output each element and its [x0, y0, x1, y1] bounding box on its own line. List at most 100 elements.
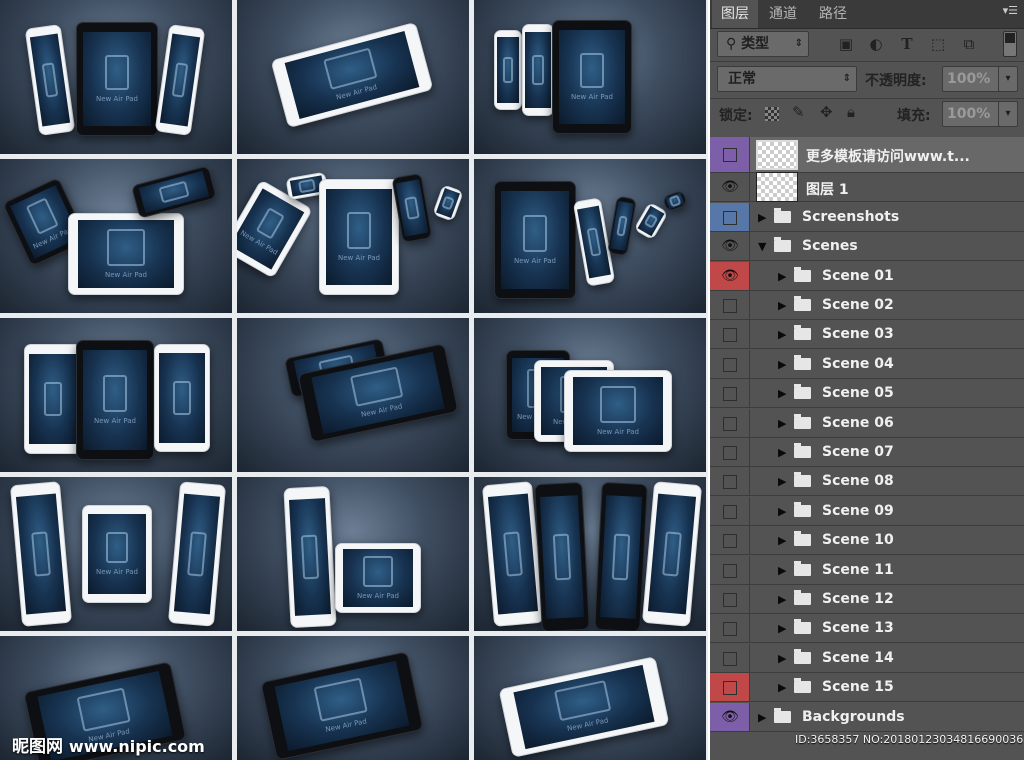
tab-layers[interactable]: 图层 — [712, 0, 758, 28]
tablet-outline-icon — [41, 62, 59, 98]
expand-arrow-right-icon[interactable]: ▶ — [758, 711, 766, 724]
layer-group-row[interactable]: ▶ Scene 05 — [710, 379, 1024, 409]
layer-group-row[interactable]: ▶ Scene 02 — [710, 291, 1024, 320]
layer-visibility-toggle[interactable] — [710, 673, 750, 702]
expand-arrow-right-icon[interactable]: ▶ — [778, 505, 786, 518]
expand-arrow-right-icon[interactable]: ▶ — [778, 328, 786, 341]
expand-arrow-right-icon[interactable]: ▶ — [778, 593, 786, 606]
layer-group-row[interactable]: ▶ Scene 06 — [710, 408, 1024, 438]
layer-filter-kind-select[interactable]: ⚲ 类型 ⇕ — [717, 31, 809, 57]
layer-group-row[interactable]: ▶ Scene 09 — [710, 496, 1024, 526]
expand-arrow-right-icon[interactable]: ▶ — [778, 622, 786, 635]
expand-arrow-right-icon[interactable]: ▶ — [778, 446, 786, 459]
tablet-screen — [173, 493, 221, 615]
layer-visibility-toggle[interactable] — [710, 408, 750, 437]
layer-visibility-toggle[interactable] — [710, 291, 750, 319]
layer-visibility-toggle[interactable] — [710, 585, 750, 613]
layer-group-row[interactable]: ▶ Scene 15 — [710, 673, 1024, 703]
layer-visibility-toggle[interactable] — [710, 467, 750, 496]
expand-arrow-right-icon[interactable]: ▶ — [778, 652, 786, 665]
screen-caption: New Air Pad — [105, 270, 147, 279]
tablet-screen — [435, 188, 461, 218]
layer-visibility-toggle[interactable] — [710, 555, 750, 584]
layer-group-row[interactable]: ▶ Scene 12 — [710, 585, 1024, 614]
tablet-device-mockup — [24, 344, 82, 454]
tablet-device-mockup — [130, 165, 218, 219]
layers-panel: 图层 通道 路径 ▾☰ ⚲ 类型 ⇕ ▣ ◐ T ⬚ ⧉ 正常 ⇕ 不透明度: … — [710, 0, 1024, 760]
expand-arrow-right-icon[interactable]: ▶ — [778, 358, 786, 371]
expand-arrow-down-icon[interactable]: ▼ — [758, 240, 766, 253]
mockup-scene-thumbnail: New Air Pad — [0, 477, 232, 631]
layer-visibility-toggle[interactable] — [710, 379, 750, 408]
layer-thumbnail — [756, 140, 798, 170]
layer-visibility-toggle[interactable] — [710, 643, 750, 672]
layer-visibility-toggle[interactable]: 👁︎ — [710, 261, 750, 290]
layer-group-row[interactable]: ▶ Scene 07 — [710, 438, 1024, 467]
filter-toggle-switch[interactable] — [1003, 31, 1017, 57]
layer-group-row[interactable]: ▶ Scene 14 — [710, 643, 1024, 673]
layer-row[interactable]: 更多模板请访问www.t... — [710, 137, 1024, 173]
lock-label: 锁定: — [719, 108, 753, 124]
tablet-device-mockup: New Air Pad — [494, 181, 576, 299]
expand-arrow-right-icon[interactable]: ▶ — [778, 475, 786, 488]
layer-group-row[interactable]: ▶ Scene 10 — [710, 526, 1024, 556]
lock-image-pixels-icon[interactable]: ✎ — [792, 103, 805, 121]
layer-visibility-toggle[interactable]: 👁︎ — [710, 173, 750, 202]
tablet-outline-icon — [106, 531, 128, 564]
layer-visibility-toggle[interactable]: 👁︎ — [710, 702, 750, 731]
opacity-input[interactable]: 100% — [942, 66, 1002, 92]
fill-input[interactable]: 100% — [942, 101, 1002, 127]
mockup-scene-thumbnail: New Air Pad — [0, 0, 232, 154]
expand-arrow-right-icon[interactable]: ▶ — [778, 270, 786, 283]
expand-arrow-right-icon[interactable]: ▶ — [778, 681, 786, 694]
layer-group-row[interactable]: 👁︎ ▼ Scenes — [710, 232, 1024, 262]
layer-group-row[interactable]: ▶ Scene 08 — [710, 467, 1024, 497]
lock-position-icon[interactable]: ✥ — [820, 103, 833, 121]
lock-transparent-pixels-icon[interactable] — [765, 107, 779, 121]
blend-mode-select[interactable]: 正常 ⇕ — [717, 66, 857, 92]
eye-icon: 👁︎ — [721, 708, 739, 725]
layer-group-row[interactable]: ▶ Scene 04 — [710, 349, 1024, 379]
layer-visibility-toggle[interactable] — [710, 526, 750, 555]
layer-row[interactable]: 👁︎ 图层 1 — [710, 172, 1024, 203]
tab-channels[interactable]: 通道 — [760, 0, 806, 28]
smart-object-filter-icon[interactable]: ⧉ — [960, 35, 978, 53]
mockup-scene-thumbnail: New Air Pad New Air Pad — [0, 159, 232, 313]
layer-visibility-toggle[interactable] — [710, 614, 750, 643]
layer-group-row[interactable]: 👁︎ ▶ Scene 01 — [710, 261, 1024, 291]
layer-group-row[interactable]: ▶ Scene 03 — [710, 320, 1024, 350]
layer-visibility-toggle[interactable] — [710, 438, 750, 466]
opacity-dropdown-button[interactable]: ▾ — [998, 66, 1018, 92]
panel-menu-icon[interactable]: ▾☰ — [1003, 4, 1018, 17]
layer-visibility-toggle[interactable] — [710, 320, 750, 349]
shape-filter-icon[interactable]: ⬚ — [929, 35, 947, 53]
layer-name: 更多模板请访问www.t... — [806, 149, 970, 165]
layer-visibility-toggle[interactable] — [710, 496, 750, 525]
type-filter-icon[interactable]: T — [898, 35, 916, 53]
tab-paths[interactable]: 路径 — [810, 0, 856, 28]
tablet-outline-icon — [43, 381, 63, 417]
expand-arrow-right-icon[interactable]: ▶ — [778, 534, 786, 547]
fill-dropdown-button[interactable]: ▾ — [998, 101, 1018, 127]
image-filter-icon[interactable]: ▣ — [837, 35, 855, 53]
hidden-visibility-box — [723, 210, 737, 225]
layer-visibility-toggle[interactable] — [710, 349, 750, 378]
expand-arrow-right-icon[interactable]: ▶ — [778, 387, 786, 400]
layer-group-row[interactable]: 👁︎ ▶ Backgrounds — [710, 702, 1024, 732]
expand-arrow-right-icon[interactable]: ▶ — [778, 417, 786, 430]
expand-arrow-right-icon[interactable]: ▶ — [778, 299, 786, 312]
layer-group-row[interactable]: ▶ Screenshots — [710, 202, 1024, 232]
expand-arrow-right-icon[interactable]: ▶ — [758, 211, 766, 224]
layer-visibility-toggle[interactable]: 👁︎ — [710, 232, 750, 261]
hidden-visibility-box — [723, 148, 737, 162]
adjustment-filter-icon[interactable]: ◐ — [867, 35, 885, 53]
lock-all-icon[interactable]: 🔒︎ — [847, 103, 855, 121]
layer-visibility-toggle[interactable] — [710, 202, 750, 231]
layer-name: Scene 13 — [822, 620, 894, 637]
expand-arrow-right-icon[interactable]: ▶ — [778, 564, 786, 577]
layer-visibility-toggle[interactable] — [710, 137, 750, 172]
layer-group-row[interactable]: ▶ Scene 11 — [710, 555, 1024, 585]
tablet-outline-icon — [502, 56, 514, 84]
layer-group-row[interactable]: ▶ Scene 13 — [710, 614, 1024, 644]
eye-icon: 👁︎ — [721, 267, 739, 284]
